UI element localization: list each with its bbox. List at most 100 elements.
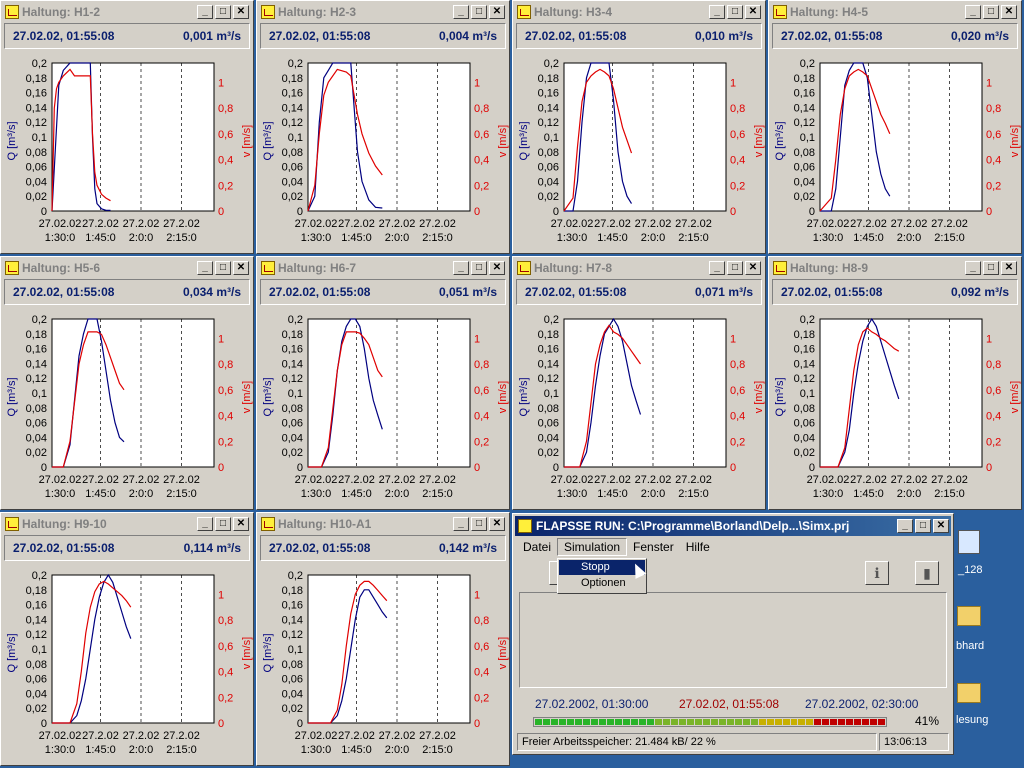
x-tick-time: 2:15:0 (166, 488, 197, 500)
y-tick-label: 0,2 (288, 570, 303, 582)
minimize-button[interactable]: _ (197, 261, 213, 275)
window-title-bar[interactable]: Haltung: H10-A1 _ □ ✕ (259, 515, 507, 533)
close-button[interactable]: ✕ (233, 5, 249, 19)
x-tick-date: 27.2.02 (82, 218, 119, 230)
flow-velocity-chart: 27.02.02 1:30:0 27.2.02 1:45:0 27.2.02 2:0:0 2… (262, 570, 509, 756)
y-tick-label: 0,18 (794, 73, 815, 85)
y-tick-label: 0,2 (544, 58, 559, 70)
close-button[interactable]: ✕ (489, 517, 505, 531)
window-title-bar[interactable]: Haltung: H6-7 _ □ ✕ (259, 259, 507, 277)
maximize-button[interactable]: □ (215, 261, 231, 275)
chart-app-icon (517, 5, 531, 19)
flow-velocity-chart: 27.02.02 1:30:0 27.2.02 1:45:0 27.2.02 2:0:0 2… (774, 58, 1021, 244)
y-tick-label: 0,06 (26, 162, 47, 174)
y-tick-label: 0 (41, 718, 47, 730)
maximize-button[interactable]: □ (471, 5, 487, 19)
close-button[interactable]: ✕ (233, 261, 249, 275)
y-tick-label: 0,12 (538, 117, 559, 129)
haltung-window-7: Haltung: H7-8 _ □ ✕ 27.02.02, 01:55:08 0… (512, 256, 766, 510)
x-tick-date: 27.2.02 (338, 474, 375, 486)
y2-tick-label: 0,6 (730, 129, 745, 141)
progress-segment (782, 719, 790, 725)
x-tick-time: 1:30:0 (45, 488, 76, 500)
y-tick-label: 0 (41, 206, 47, 218)
reading-header: 27.02.02, 01:55:08 0,051 m³/s (260, 279, 506, 305)
x-tick-date: 27.02.02 (807, 474, 850, 486)
app-icon (518, 519, 532, 533)
window-title-bar[interactable]: Haltung: H9-10 _ □ ✕ (3, 515, 251, 533)
desktop-label-2[interactable]: bhard (956, 640, 984, 652)
menu-datei[interactable]: Datei (517, 539, 557, 555)
desktop-label-1[interactable]: _128 (958, 564, 982, 576)
minimize-button[interactable]: _ (453, 5, 469, 19)
x-tick-date: 27.2.02 (891, 218, 928, 230)
folder-icon[interactable] (957, 606, 981, 626)
menu-hilfe[interactable]: Hilfe (680, 539, 716, 555)
maximize-button[interactable]: □ (983, 5, 999, 19)
x-tick-time: 1:30:0 (45, 232, 76, 244)
close-button[interactable]: ✕ (1001, 5, 1017, 19)
maximize-button[interactable]: □ (215, 5, 231, 19)
close-button[interactable]: ✕ (489, 5, 505, 19)
haltung-window-3: Haltung: H3-4 _ □ ✕ 27.02.02, 01:55:08 0… (512, 0, 766, 254)
close-button[interactable]: ✕ (233, 517, 249, 531)
flapsse-run-window: FLAPSSE RUN: C:\Programme\Borland\Delp..… (512, 513, 954, 755)
minimize-button[interactable]: _ (709, 261, 725, 275)
desktop-label-3[interactable]: lesung (956, 714, 988, 726)
close-button[interactable]: ✕ (1001, 261, 1017, 275)
y2-tick-label: 0,4 (986, 155, 1001, 167)
y2-tick-label: 0,6 (474, 129, 489, 141)
desktop-icon[interactable] (958, 530, 980, 554)
y-tick-label: 0,06 (282, 418, 303, 430)
maximize-button[interactable]: □ (471, 261, 487, 275)
close-button[interactable]: ✕ (489, 261, 505, 275)
y-tick-label: 0,14 (26, 614, 47, 626)
door-icon[interactable]: ▮ (915, 561, 939, 585)
minimize-button[interactable]: _ (709, 5, 725, 19)
window-title-bar[interactable]: Haltung: H8-9 _ □ ✕ (771, 259, 1019, 277)
y-tick-label: 0,16 (538, 88, 559, 100)
y2-axis-label: v [m/s] (497, 125, 509, 157)
window-title-bar[interactable]: Haltung: H3-4 _ □ ✕ (515, 3, 763, 21)
minimize-button[interactable]: _ (965, 261, 981, 275)
window-title-bar[interactable]: Haltung: H4-5 _ □ ✕ (771, 3, 1019, 21)
y-axis-label: Q [m³/s] (262, 377, 274, 416)
x-tick-date: 27.02.02 (39, 730, 82, 742)
x-tick-time: 2:15:0 (166, 744, 197, 756)
y2-tick-label: 0,8 (986, 103, 1001, 115)
window-title-bar[interactable]: Haltung: H1-2 _ □ ✕ (3, 3, 251, 21)
y2-axis-label: v [m/s] (753, 125, 765, 157)
minimize-button[interactable]: _ (197, 5, 213, 19)
close-button[interactable]: ✕ (745, 261, 761, 275)
minimize-button[interactable]: _ (897, 519, 913, 533)
y2-tick-label: 0,4 (730, 155, 745, 167)
reading-value: 0,114 m³/s (183, 541, 241, 555)
maximize-button[interactable]: □ (915, 519, 931, 533)
window-title-bar[interactable]: Haltung: H2-3 _ □ ✕ (259, 3, 507, 21)
maximize-button[interactable]: □ (215, 517, 231, 531)
minimize-button[interactable]: _ (965, 5, 981, 19)
close-button[interactable]: ✕ (933, 519, 949, 533)
minimize-button[interactable]: _ (453, 261, 469, 275)
y2-tick-label: 0,6 (474, 385, 489, 397)
menu-simulation[interactable]: Simulation (557, 538, 628, 556)
maximize-button[interactable]: □ (471, 517, 487, 531)
minimize-button[interactable]: _ (197, 517, 213, 531)
y-axis-label: Q [m³/s] (262, 121, 274, 160)
window-title-bar[interactable]: Haltung: H7-8 _ □ ✕ (515, 259, 763, 277)
app-title-bar[interactable]: FLAPSSE RUN: C:\Programme\Borland\Delp..… (515, 516, 951, 536)
progress-segment (694, 719, 702, 725)
minimize-button[interactable]: _ (453, 517, 469, 531)
maximize-button[interactable]: □ (727, 5, 743, 19)
info-icon[interactable]: ℹ (865, 561, 889, 585)
y2-tick-label: 1 (730, 77, 736, 89)
menu-item-optionen[interactable]: Optionen (559, 576, 645, 591)
x-tick-date: 27.2.02 (594, 218, 631, 230)
close-button[interactable]: ✕ (745, 5, 761, 19)
window-title-bar[interactable]: Haltung: H5-6 _ □ ✕ (3, 259, 251, 277)
folder-icon-2[interactable] (957, 683, 981, 703)
menu-fenster[interactable]: Fenster (627, 539, 680, 555)
y-tick-label: 0,02 (282, 703, 303, 715)
maximize-button[interactable]: □ (727, 261, 743, 275)
maximize-button[interactable]: □ (983, 261, 999, 275)
